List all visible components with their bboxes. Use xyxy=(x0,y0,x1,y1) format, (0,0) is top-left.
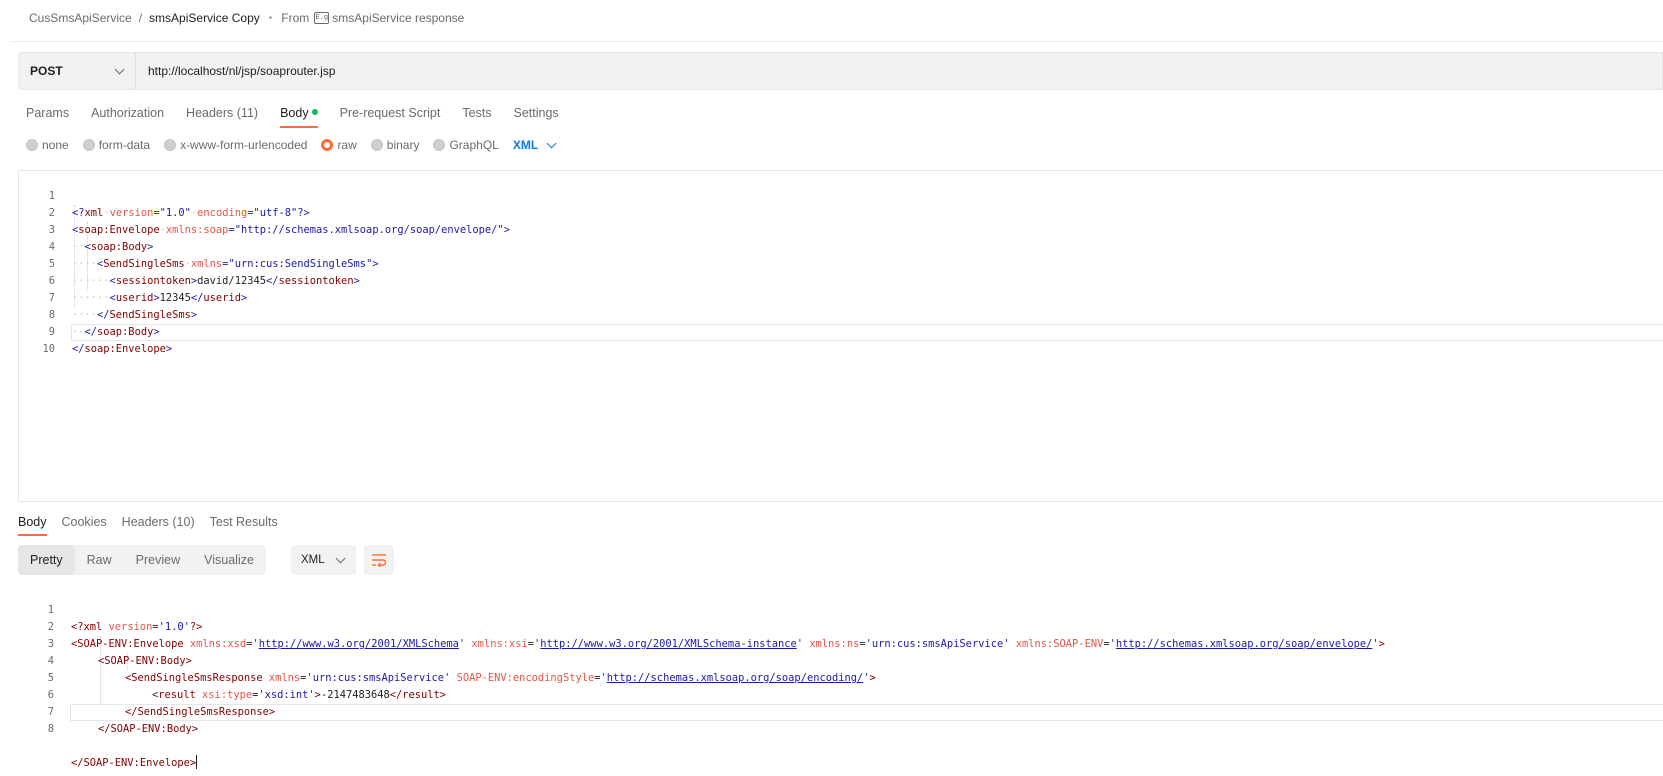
chevron-down-icon xyxy=(335,553,346,563)
code-line: 6 ······<userid>12345</userid> xyxy=(19,256,1663,304)
breadcrumb: CusSmsApiService / smsApiService Copy • … xyxy=(29,10,464,26)
tab-params[interactable]: Params xyxy=(26,106,69,128)
view-mode-preview[interactable]: Preview xyxy=(124,545,192,575)
line-number: 10 xyxy=(42,343,55,355)
header-divider xyxy=(10,41,1663,42)
breadcrumb-separator: / xyxy=(138,11,143,25)
breadcrumb-request-name[interactable]: smsApiService Copy xyxy=(149,11,260,25)
view-mode-pretty[interactable]: Pretty xyxy=(18,545,75,575)
radio-icon xyxy=(164,139,177,151)
body-indicator-dot xyxy=(311,109,318,115)
chevron-down-icon xyxy=(546,138,557,148)
response-format-label: XML xyxy=(301,554,325,566)
code-line: 7 ····</SendSingleSms> xyxy=(19,273,1663,321)
tab-body[interactable]: Body xyxy=(280,106,318,128)
body-type-label: raw xyxy=(337,138,357,152)
method-select[interactable]: POST xyxy=(19,53,136,89)
active-line-highlight xyxy=(70,704,1663,721)
body-type-label: binary xyxy=(386,138,420,152)
body-type-graphql[interactable]: GraphQL xyxy=(433,138,499,152)
code-line: 5 ······<sessiontoken>david/12345</sessi… xyxy=(19,239,1663,287)
line-content: </soap:Envelope> xyxy=(72,343,173,355)
code-line: 7 </SOAP-ENV:Body> xyxy=(18,687,1663,735)
body-type-none[interactable]: none xyxy=(26,138,69,152)
code-line: 4 <SendSingleSmsResponse xmlns='urn:cus:… xyxy=(18,636,1663,684)
line-number: 8 xyxy=(47,723,54,735)
line-content: </SOAP-ENV:Envelope> xyxy=(71,755,198,769)
code-line: 3 ··<soap:Body> xyxy=(19,205,1663,253)
code-line: 2 <soap:Envelope·xmlns:soap="http://sche… xyxy=(19,188,1663,236)
example-icon: E.g xyxy=(314,12,330,24)
tab-settings[interactable]: Settings xyxy=(514,106,559,128)
wrap-lines-button[interactable] xyxy=(364,545,394,575)
raw-format-select[interactable]: XML xyxy=(512,138,557,152)
code-line: 1 <?xml·version="1.0"·encoding="utf-8"?> xyxy=(19,171,1663,219)
code-line: 2 <SOAP-ENV:Envelope xmlns:xsd='http://w… xyxy=(18,602,1663,650)
request-tabs: Params Authorization Headers (11) Body P… xyxy=(26,106,581,128)
code-line: 8 ··</soap:Body> xyxy=(19,290,1663,338)
tab-authorization[interactable]: Authorization xyxy=(91,106,164,128)
code-line: 5 <result xsi:type='xsd:int'>-2147483648… xyxy=(18,653,1663,701)
body-type-label: form-data xyxy=(98,138,151,152)
breadcrumb-collection[interactable]: CusSmsApiService xyxy=(29,11,132,25)
raw-format-label: XML xyxy=(512,138,539,152)
url-input[interactable]: http://localhost/nl/jsp/soaprouter.jsp xyxy=(136,64,335,78)
radio-icon xyxy=(433,139,446,151)
tab-tests[interactable]: Tests xyxy=(462,106,491,128)
breadcrumb-bullet: • xyxy=(268,12,273,24)
radio-icon xyxy=(370,139,383,151)
view-mode-visualize[interactable]: Visualize xyxy=(192,545,266,575)
code-line: 3 <SOAP-ENV:Body> xyxy=(18,619,1663,667)
code-line: 8 </SOAP-ENV:Envelope> xyxy=(18,704,1663,769)
body-type-urlencoded[interactable]: x-www-form-urlencoded xyxy=(164,138,307,152)
text-cursor xyxy=(196,755,198,769)
breadcrumb-from-label: From xyxy=(281,11,310,25)
response-tab-test-results[interactable]: Test Results xyxy=(210,515,278,536)
radio-icon xyxy=(82,139,95,151)
response-tab-cookies[interactable]: Cookies xyxy=(62,515,107,536)
code-line: 4 ····<SendSingleSms·xmlns="urn:cus:Send… xyxy=(19,222,1663,270)
response-tabs: Body Cookies Headers (10) Test Results xyxy=(18,515,293,536)
body-type-options: none form-data x-www-form-urlencoded raw… xyxy=(26,138,557,152)
response-format-select[interactable]: XML xyxy=(291,545,356,575)
active-line-highlight xyxy=(71,324,1663,341)
request-url-bar: POST http://localhost/nl/jsp/soaprouter.… xyxy=(18,52,1663,90)
code-line: 1 <?xml version='1.0'?> xyxy=(18,585,1663,633)
body-type-label: none xyxy=(42,138,69,152)
body-type-label: GraphQL xyxy=(449,138,499,152)
code-line: 6 </SendSingleSmsResponse> xyxy=(18,670,1663,718)
code-line: 9 </soap:Envelope> xyxy=(19,307,1663,355)
response-body-viewer[interactable]: 1 <?xml version='1.0'?> 2 <SOAP-ENV:Enve… xyxy=(18,585,1663,769)
response-tab-body[interactable]: Body xyxy=(18,515,47,536)
tab-body-label: Body xyxy=(280,106,309,120)
wrap-lines-icon xyxy=(372,554,387,567)
body-type-form-data[interactable]: form-data xyxy=(82,138,151,152)
method-label: POST xyxy=(30,64,63,78)
tab-headers[interactable]: Headers (11) xyxy=(186,106,258,128)
radio-icon xyxy=(26,139,38,151)
view-mode-raw[interactable]: Raw xyxy=(75,545,124,575)
breadcrumb-source-example[interactable]: smsApiService response xyxy=(332,11,464,25)
code-line: 10 xyxy=(19,324,1663,355)
response-tab-headers[interactable]: Headers (10) xyxy=(122,515,195,536)
body-type-binary[interactable]: binary xyxy=(370,138,420,152)
line-content: </SOAP-ENV:Body> xyxy=(98,723,199,735)
response-view-modes: Pretty Raw Preview Visualize xyxy=(18,545,266,575)
chevron-down-icon xyxy=(114,64,125,74)
tab-pre-request-script[interactable]: Pre-request Script xyxy=(340,106,441,128)
body-type-raw[interactable]: raw xyxy=(321,138,357,152)
radio-checked-icon xyxy=(321,139,334,151)
body-type-label: x-www-form-urlencoded xyxy=(180,138,308,152)
request-body-editor[interactable]: 1 <?xml·version="1.0"·encoding="utf-8"?>… xyxy=(18,170,1663,502)
